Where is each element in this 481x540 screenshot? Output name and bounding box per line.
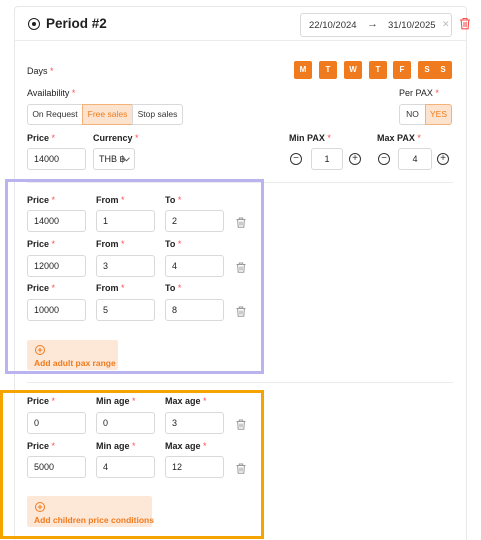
add-adult-pax-range-button[interactable]: + Add adult pax range — [27, 340, 118, 370]
min-pax-input[interactable]: 1 — [311, 148, 343, 170]
add-adult-pax-range-label: Add adult pax range — [34, 358, 116, 368]
child-max-age-input[interactable]: 12 — [165, 456, 224, 478]
adult-range-price-input[interactable]: 14000 — [27, 210, 86, 232]
child-price-label: Price * — [27, 441, 56, 451]
availability-on-request[interactable]: On Request — [27, 104, 83, 125]
adult-to-label: To * — [165, 195, 182, 205]
child-price-input[interactable]: 0 — [27, 412, 86, 434]
date-start[interactable]: 22/10/2024 — [309, 20, 357, 31]
day-tuesday-button[interactable]: T — [319, 61, 337, 79]
delete-row-icon[interactable] — [236, 419, 246, 430]
day-monday-button[interactable]: M — [294, 61, 312, 79]
arrow-right-icon: → — [367, 18, 378, 30]
adult-range-to-input[interactable]: 2 — [165, 210, 224, 232]
adult-price-label: Price * — [27, 283, 56, 293]
per-pax-no[interactable]: NO — [399, 104, 426, 125]
date-end[interactable]: 31/10/2025 — [388, 20, 436, 31]
child-price-input[interactable]: 5000 — [27, 456, 86, 478]
period-title: Period #2 — [46, 16, 107, 31]
child-min-age-input[interactable]: 4 — [96, 456, 155, 478]
plus-circle-icon: + — [35, 502, 45, 512]
delete-period-icon[interactable] — [459, 17, 471, 30]
adult-from-label: From * — [96, 195, 125, 205]
child-max-age-label: Max age * — [165, 396, 207, 406]
delete-row-icon[interactable] — [236, 217, 246, 228]
child-min-age-label: Min age * — [96, 396, 136, 406]
child-price-label: Price * — [27, 396, 56, 406]
adult-range-from-input[interactable]: 3 — [96, 255, 155, 277]
adult-to-label: To * — [165, 283, 182, 293]
period-header: Period #2 22/10/2024 → 31/10/2025 ✕ — [15, 7, 470, 41]
add-children-price-conditions-button[interactable]: + Add children price conditions — [27, 496, 154, 527]
price-label: Price * — [27, 133, 56, 143]
adult-price-label: Price * — [27, 195, 56, 205]
min-pax-increment-icon[interactable]: + — [349, 153, 361, 165]
adult-range-to-input[interactable]: 8 — [165, 299, 224, 321]
delete-row-icon[interactable] — [236, 262, 246, 273]
section-divider — [27, 382, 453, 383]
price-input[interactable]: 14000 — [27, 148, 86, 170]
add-children-price-conditions-label: Add children price conditions — [34, 515, 154, 525]
per-pax-label: Per PAX * — [399, 88, 439, 98]
availability-stop-sales[interactable]: Stop sales — [132, 104, 183, 125]
currency-value: THB ฿ — [99, 154, 126, 164]
currency-label: Currency * — [93, 133, 139, 143]
clear-icon[interactable]: ✕ — [442, 19, 450, 30]
child-min-age-label: Min age * — [96, 441, 136, 451]
date-range-picker[interactable]: 22/10/2024 → 31/10/2025 ✕ — [300, 13, 452, 37]
availability-free-sales[interactable]: Free sales — [82, 104, 133, 125]
day-sunday-button[interactable]: S — [434, 61, 452, 79]
delete-row-icon[interactable] — [236, 463, 246, 474]
day-wednesday-button[interactable]: W — [344, 61, 362, 79]
radio-selected-icon[interactable] — [28, 18, 40, 30]
adult-range-price-input[interactable]: 10000 — [27, 299, 86, 321]
adult-range-from-input[interactable]: 1 — [96, 210, 155, 232]
days-label: Days * — [27, 66, 54, 76]
adult-to-label: To * — [165, 239, 182, 249]
delete-row-icon[interactable] — [236, 306, 246, 317]
child-max-age-label: Max age * — [165, 441, 207, 451]
max-pax-decrement-icon[interactable]: − — [378, 153, 390, 165]
adult-range-to-input[interactable]: 4 — [165, 255, 224, 277]
day-friday-button[interactable]: F — [393, 61, 411, 79]
child-max-age-input[interactable]: 3 — [165, 412, 224, 434]
adult-from-label: From * — [96, 283, 125, 293]
plus-circle-icon: + — [35, 345, 45, 355]
adult-from-label: From * — [96, 239, 125, 249]
availability-label: Availability * — [27, 88, 76, 98]
max-pax-label: Max PAX * — [377, 133, 421, 143]
adult-range-from-input[interactable]: 5 — [96, 299, 155, 321]
min-pax-decrement-icon[interactable]: − — [290, 153, 302, 165]
max-pax-increment-icon[interactable]: + — [437, 153, 449, 165]
currency-select[interactable]: THB ฿ — [93, 148, 135, 170]
adult-range-price-input[interactable]: 12000 — [27, 255, 86, 277]
per-pax-yes[interactable]: YES — [425, 104, 452, 125]
min-pax-label: Min PAX * — [289, 133, 331, 143]
day-thursday-button[interactable]: T — [369, 61, 387, 79]
max-pax-input[interactable]: 4 — [398, 148, 432, 170]
chevron-down-icon — [123, 157, 130, 162]
adult-price-label: Price * — [27, 239, 56, 249]
child-min-age-input[interactable]: 0 — [96, 412, 155, 434]
